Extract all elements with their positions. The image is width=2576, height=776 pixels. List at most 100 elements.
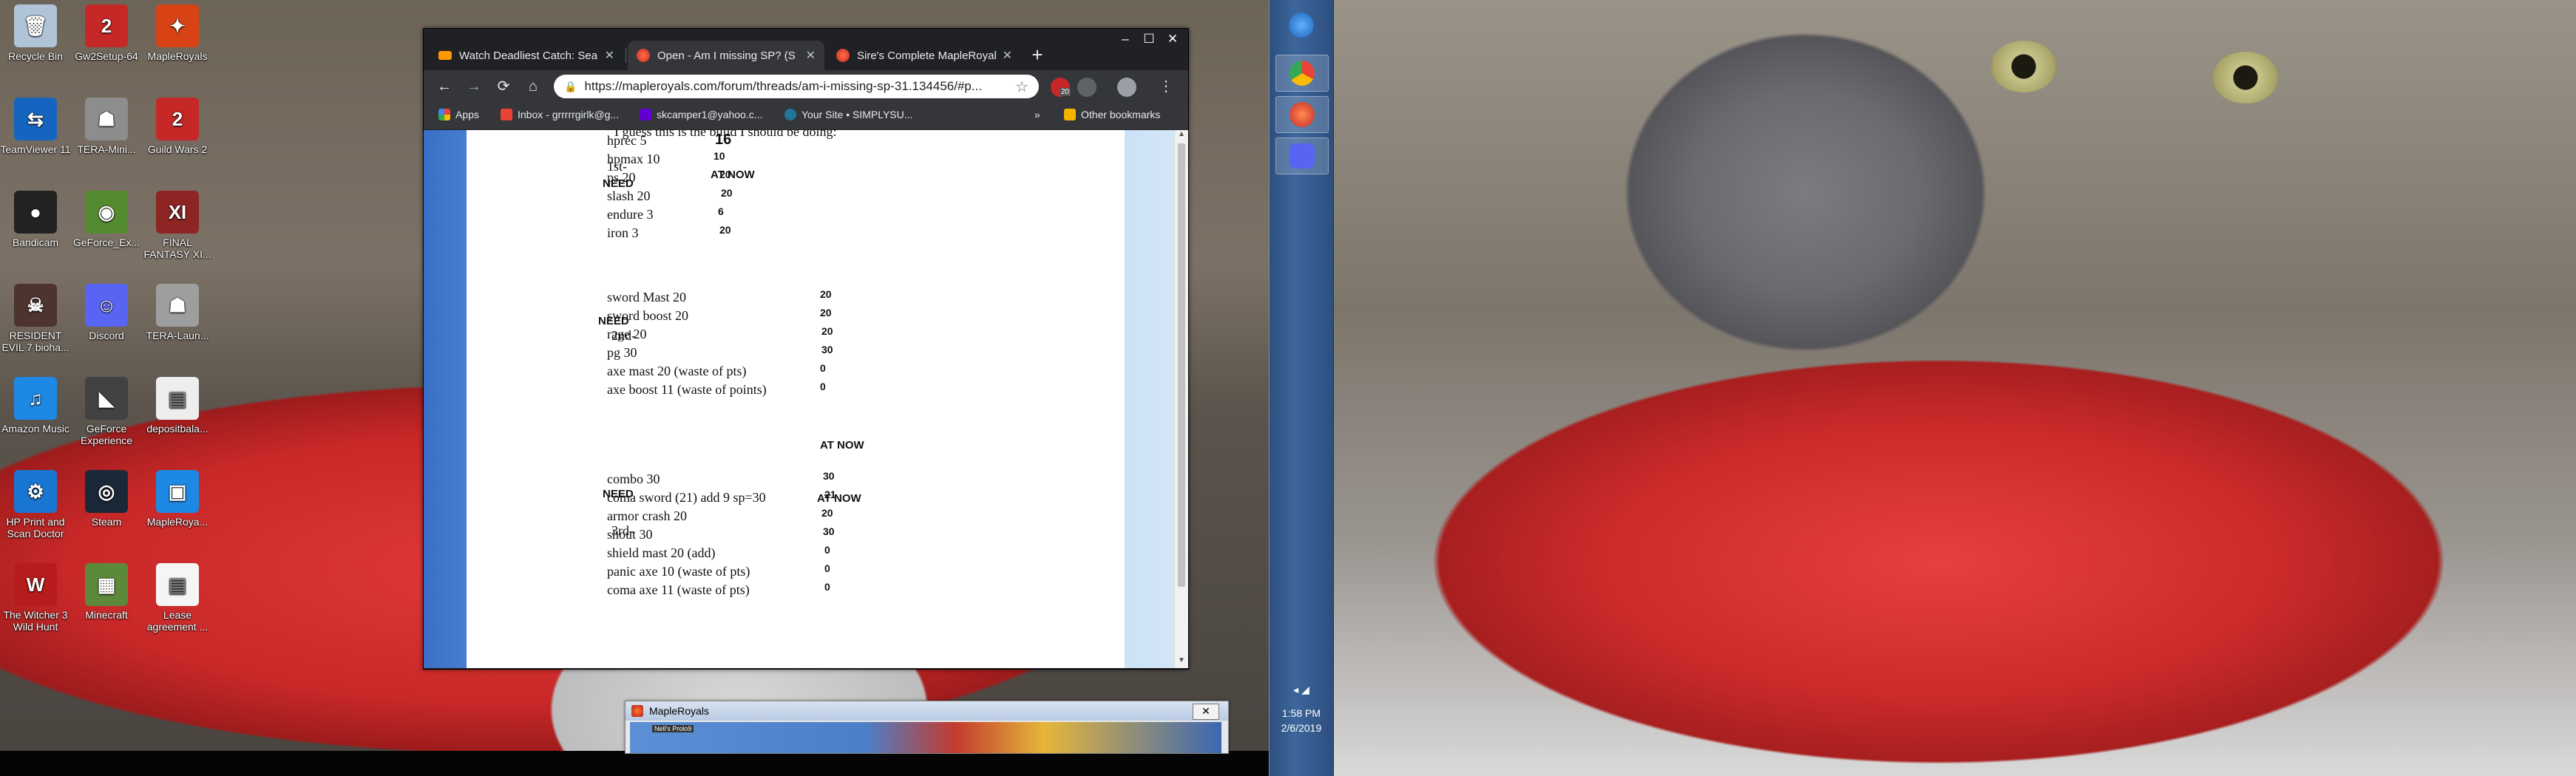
mapleroyals-titlebar[interactable]: MapleRoyals <box>626 701 1228 721</box>
bookmark-apps[interactable]: Apps <box>438 109 479 120</box>
bookmarks-overflow-button[interactable]: » <box>1034 109 1040 120</box>
bookmark-label: skcamper1@yahoo.c... <box>657 109 763 120</box>
home-button[interactable]: ⌂ <box>523 76 543 97</box>
page-scrollbar[interactable]: ▲ ▼ <box>1174 130 1188 668</box>
bookmark-simplysu[interactable]: Your Site • SIMPLYSU... <box>784 109 918 120</box>
tab-deadliest-catch[interactable]: Watch Deadliest Catch: Sea ✕ <box>430 41 623 70</box>
desktop-icon[interactable]: ● Bandicam <box>0 191 71 248</box>
mapleroyals-taskbar-icon <box>1289 102 1315 127</box>
deposit-document-icon: ▤ <box>156 377 199 420</box>
geforce-experience-installer-icon: ◉ <box>85 191 128 234</box>
taskbar-discord-button[interactable] <box>1275 137 1329 174</box>
desktop-icon[interactable]: ☠ RESIDENT EVIL 7 bioha... <box>0 284 71 353</box>
skill-at-now-value: 20 <box>820 307 832 319</box>
desktop-icon[interactable]: W The Witcher 3 Wild Hunt <box>0 563 71 633</box>
hp-print-scan-icon: ⚙ <box>14 470 57 513</box>
tab-sires-complete-guide[interactable]: Sire's Complete MapleRoyal ✕ <box>827 41 1021 70</box>
maximize-button[interactable]: ☐ <box>1138 30 1160 50</box>
skill-need-row: iron 3 <box>607 225 639 240</box>
recycle-bin-icon: 🗑 <box>14 4 57 47</box>
desktop-icon-label: Bandicam <box>12 236 59 248</box>
amazon-music-icon: ♫ <box>14 377 57 420</box>
desktop-icon[interactable]: ◎ Steam <box>71 470 142 528</box>
clock-time: 1:58 PM <box>1281 707 1321 719</box>
desktop-icon[interactable]: 2 Gw2Setup-64 <box>71 4 142 62</box>
witcher-3-icon: W <box>14 563 57 606</box>
desktop-icon[interactable]: ⚙ HP Print and Scan Doctor <box>0 470 71 540</box>
tab-close-icon[interactable]: ✕ <box>599 48 614 63</box>
skill-need-row: panic axe 10 (waste of pts) <box>607 564 750 579</box>
mapleroyals-favicon <box>836 49 850 62</box>
mapleroyals-game-window[interactable]: MapleRoyals ✕ Nell's Prolo9 <box>625 701 1229 754</box>
desktop-icon[interactable]: ▣ MapleRoya... <box>142 470 213 528</box>
profile-avatar[interactable] <box>1117 78 1136 97</box>
discord-taskbar-icon <box>1289 143 1315 169</box>
other-bookmarks[interactable]: Other bookmarks <box>1064 109 1160 120</box>
skill-at-now-value: 6 <box>718 205 724 217</box>
desktop-icon[interactable]: ◉ GeForce_Ex... <box>71 191 142 248</box>
skill-at-now-value: 20 <box>820 288 832 300</box>
bookmark-yahoo-mail[interactable]: skcamper1@yahoo.c... <box>640 109 767 120</box>
desktop-icon[interactable]: ☗ TERA-Mini... <box>71 98 142 155</box>
reload-button[interactable]: ⟳ <box>493 76 514 97</box>
scroll-up-arrow[interactable]: ▲ <box>1175 130 1188 142</box>
back-button[interactable]: ← <box>434 76 455 97</box>
tab-am-i-missing-sp[interactable]: Open - Am I missing SP? (S ✕ <box>628 41 824 70</box>
desktop-icon[interactable]: ▤ Lease agreement ... <box>142 563 213 633</box>
desktop-icon[interactable]: ♫ Amazon Music <box>0 377 71 435</box>
chrome-browser-window: Watch Deadliest Catch: Sea ✕ Open - Am I… <box>423 28 1189 670</box>
taskbar-clock[interactable]: 1:58 PM 2/6/2019 <box>1270 706 1333 735</box>
forward-button[interactable]: → <box>464 76 484 97</box>
desktop-icon[interactable]: ⇆ TeamViewer 11 <box>0 98 71 155</box>
desktop-icon[interactable]: ☺ Discord <box>71 284 142 341</box>
taskbar-chrome-button[interactable] <box>1275 55 1329 92</box>
bookmark-star-icon[interactable]: ☆ <box>1015 78 1028 96</box>
desktop-icon[interactable]: 2 Guild Wars 2 <box>142 98 213 155</box>
taskbar-start-button[interactable] <box>1275 7 1327 43</box>
skill-at-now-value: 20 <box>719 169 731 180</box>
desktop-icon-label: The Witcher 3 Wild Hunt <box>3 609 68 633</box>
desktop-icon[interactable]: ▤ depositbala... <box>142 377 213 435</box>
tab-close-icon[interactable]: ✕ <box>800 48 816 63</box>
desktop-icon[interactable]: 🗑 Recycle Bin <box>0 4 71 62</box>
extension-icon[interactable] <box>1077 78 1097 97</box>
bookmarks-bar: Apps Inbox - grrrrrgirlk@g... skcamper1@… <box>424 103 1188 130</box>
desktop-icon[interactable]: XI FINAL FANTASY XI... <box>142 191 213 260</box>
at-now-header: AT NOW <box>820 439 864 452</box>
desktop-icon[interactable]: ◣ GeForce Experience <box>71 377 142 446</box>
close-window-button[interactable]: ✕ <box>1162 30 1184 50</box>
desktop-icon-label: MapleRoya... <box>146 516 209 528</box>
cat-right-eye <box>2212 52 2279 103</box>
desktop-icon[interactable]: ▦ Minecraft <box>71 563 142 621</box>
system-tray[interactable]: ◂ ◢ <box>1270 684 1333 696</box>
scroll-thumb[interactable] <box>1178 143 1185 587</box>
adblock-extension-icon[interactable]: 20 <box>1051 78 1071 97</box>
taskbar: ◂ ◢ 1:58 PM 2/6/2019 <box>1269 0 1334 776</box>
mapleroyals-close-button[interactable]: ✕ <box>1193 704 1219 720</box>
at-now-header: AT NOW <box>711 169 755 181</box>
desktop-icon-label: GeForce Experience <box>80 423 133 446</box>
right-monitor-wallpaper <box>1332 0 2576 776</box>
skill-need-row: combo 30 <box>607 472 660 486</box>
desktop-icon[interactable]: ✦ MapleRoyals <box>142 4 213 62</box>
minimize-button[interactable]: – <box>1114 30 1136 50</box>
tab-close-icon[interactable]: ✕ <box>997 48 1012 63</box>
desktop-icon-label: Gw2Setup-64 <box>75 50 138 62</box>
mapleroyals-mini-label: Nell's Prolo9 <box>652 725 694 732</box>
mapleroyals-game-view[interactable]: Nell's Prolo9 <box>630 722 1221 753</box>
bookmark-gmail-inbox[interactable]: Inbox - grrrrrgirlk@g... <box>501 109 628 120</box>
desktop-icon-label: Amazon Music <box>1 423 70 435</box>
desktop-icon-label: Discord <box>89 330 124 341</box>
desktop-icon-label: Guild Wars 2 <box>147 143 208 155</box>
desktop-icon[interactable]: ☗ TERA-Laun... <box>142 284 213 341</box>
taskbar-mapleroyals-button[interactable] <box>1275 96 1329 133</box>
windows-start-icon <box>1289 13 1314 38</box>
scroll-down-arrow[interactable]: ▼ <box>1175 656 1188 668</box>
steam-icon: ◎ <box>85 470 128 513</box>
skill-need-row: slash 20 <box>607 188 651 203</box>
gmail-icon <box>501 109 512 120</box>
skill-at-now-value: 0 <box>824 562 830 574</box>
address-bar[interactable]: 🔒 https://mapleroyals.com/forum/threads/… <box>554 75 1039 98</box>
new-tab-button[interactable]: + <box>1026 44 1049 67</box>
chrome-menu-button[interactable]: ⋮ <box>1156 76 1176 97</box>
